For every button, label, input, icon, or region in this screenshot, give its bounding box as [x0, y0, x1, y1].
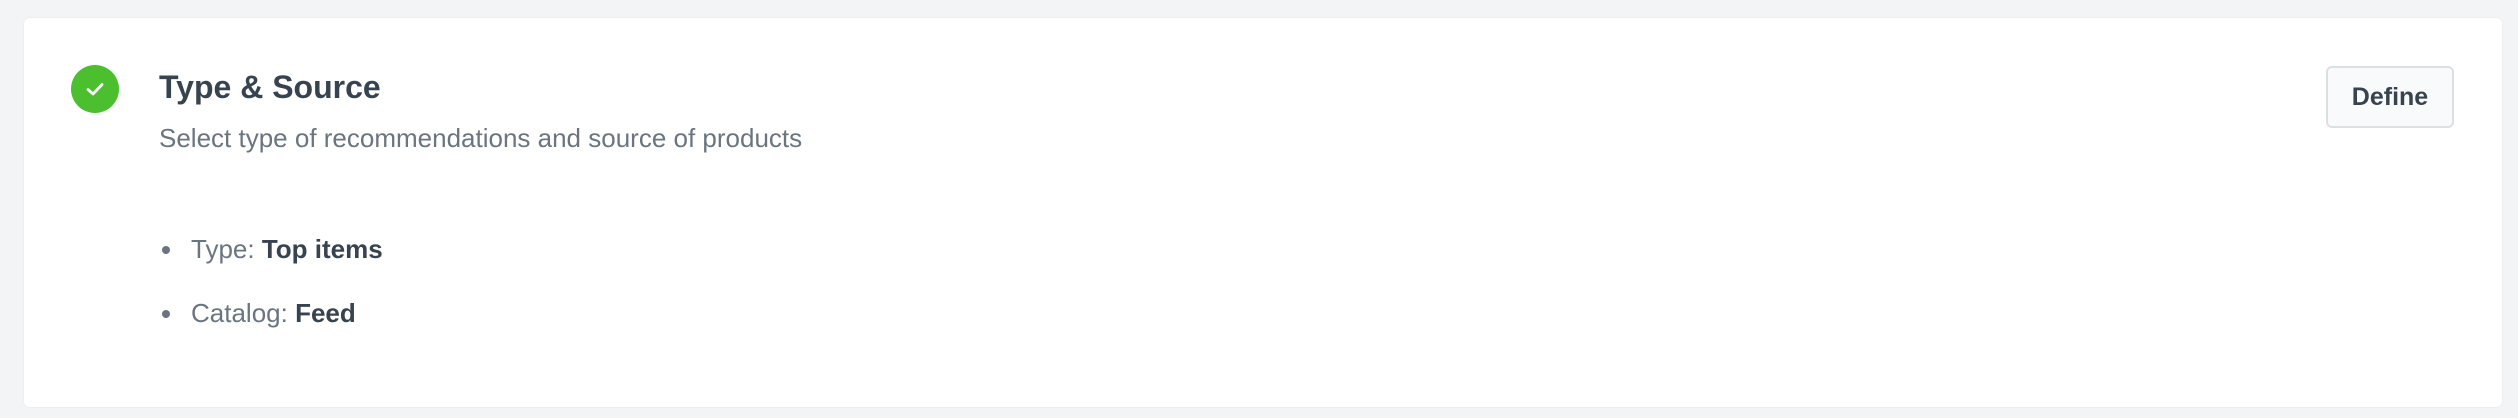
check-icon	[86, 83, 104, 96]
summary-value: Feed	[295, 298, 356, 328]
define-button[interactable]: Define	[2326, 66, 2454, 128]
section-title: Type & Source	[159, 69, 381, 105]
bullet-icon	[162, 310, 170, 318]
type-source-card: Type & Source Select type of recommendat…	[24, 18, 2502, 407]
summary-value: Top items	[261, 234, 383, 264]
completed-check-icon	[71, 65, 119, 113]
summary-item-type: Type: Top items	[159, 233, 383, 297]
summary-label: Type:	[191, 234, 262, 264]
section-subtitle: Select type of recommendations and sourc…	[159, 123, 803, 153]
summary-label: Catalog:	[191, 298, 296, 328]
summary-item-catalog: Catalog: Feed	[159, 297, 383, 361]
summary-list: Type: Top items Catalog: Feed	[159, 233, 383, 361]
bullet-icon	[162, 246, 170, 254]
